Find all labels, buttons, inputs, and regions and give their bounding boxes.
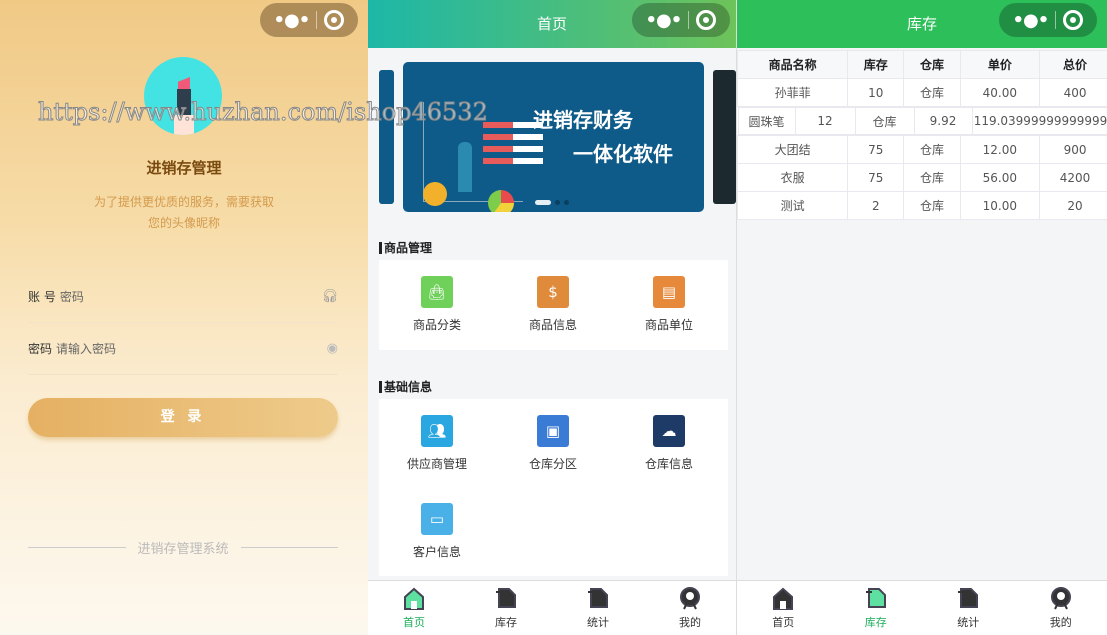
login-button[interactable]: 登 录	[28, 398, 338, 437]
column-header: 库存	[847, 50, 905, 79]
table-cell: 10.00	[959, 191, 1041, 220]
table-cell: 400	[1039, 78, 1107, 107]
avatar	[144, 57, 222, 135]
table-cell: 119.03999999999999	[973, 108, 1107, 134]
table-row[interactable]: 大团结 75 仓库 12.00 900	[737, 135, 1107, 164]
home-icon	[402, 587, 426, 611]
password-field[interactable]: 密码 请输入密码 ◉	[28, 323, 338, 375]
goods-menu-card: 👜︎ 商品分类 $ 商品信息 ▤ 商品单位	[379, 260, 728, 350]
table-cell: 56.00	[959, 163, 1041, 192]
table-cell: 9.92	[915, 108, 973, 134]
section-title-goods: 商品管理	[379, 242, 432, 254]
stock-screen: 库存 •●• 商品名称 库存 仓库 单价 总价 孙菲菲 10 仓库 40.00 400 圆珠笔 12 仓…	[736, 0, 1107, 635]
table-cell: 仓库	[856, 108, 915, 134]
profile-icon	[678, 586, 702, 611]
stock-icon	[864, 587, 888, 611]
table-cell: 圆珠笔	[739, 108, 796, 134]
basic-info-card: 👥︎ 供应商管理 ▣ 仓库分区 ☁ 仓库信息 ▭ 客户信息	[379, 399, 728, 576]
eye-icon[interactable]: ◉	[327, 341, 338, 356]
banner-next-slide[interactable]	[713, 70, 736, 204]
tab-stats[interactable]: 统计	[552, 581, 644, 635]
close-target-icon[interactable]	[324, 10, 345, 30]
account-field[interactable]: 账 号 密码 🎧︎	[28, 271, 338, 323]
tab-profile[interactable]: 我的	[644, 581, 736, 635]
app-title: 进销存管理	[146, 159, 222, 177]
stats-icon	[956, 587, 980, 611]
menu-item[interactable]: 👥︎ 供应商管理	[379, 399, 495, 487]
table-cell: 10	[847, 78, 905, 107]
close-target-icon[interactable]	[1063, 10, 1084, 30]
mini-program-capsule[interactable]: •●•	[999, 3, 1097, 37]
id-card-icon: ▭	[421, 503, 453, 535]
table-cell: 孙菲菲	[737, 78, 849, 107]
table-cell: 40.00	[959, 78, 1041, 107]
column-header: 总价	[1039, 50, 1107, 79]
menu-item[interactable]: 👜︎ 商品分类	[379, 260, 495, 348]
menu-item[interactable]: ▤ 商品单位	[611, 260, 727, 348]
table-row[interactable]: 孙菲菲 10 仓库 40.00 400	[737, 78, 1107, 107]
table-cell: 2	[847, 191, 905, 220]
table-cell: 衣服	[737, 163, 849, 192]
table-row[interactable]: 圆珠笔 12 仓库 9.92 119.03999999999999	[737, 107, 1107, 136]
stock-icon	[494, 587, 518, 611]
banner-carousel[interactable]: 进销存财务 一体化软件	[403, 62, 704, 212]
menu-item[interactable]: $ 商品信息	[495, 260, 611, 348]
stats-icon	[586, 587, 610, 611]
tab-profile[interactable]: 我的	[1015, 581, 1107, 635]
column-header: 单价	[959, 50, 1041, 79]
tab-home[interactable]: 首页	[737, 581, 830, 635]
banner-prev-slide[interactable]	[379, 70, 394, 204]
dollar-bag-icon: $	[537, 275, 569, 308]
table-cell: 大团结	[737, 135, 849, 164]
cloud-icon: ☁	[653, 414, 685, 447]
home-screen: 首页 •●• 进销存财务 一体化软件 商品管理 👜︎ 商品分类 $ 商品信息 ▤ 商品单位…	[368, 0, 736, 635]
table-cell: 75	[847, 163, 905, 192]
table-cell: 仓库	[903, 191, 961, 220]
footer: 进销存管理系统	[28, 538, 339, 557]
menu-item[interactable]: ☁ 仓库信息	[611, 399, 727, 487]
close-target-icon[interactable]	[696, 10, 717, 30]
table-header: 商品名称 库存 仓库 单价 总价	[737, 50, 1107, 79]
mini-program-capsule[interactable]: •●•	[632, 3, 730, 37]
table-cell: 12	[796, 108, 856, 134]
headset-icon[interactable]: 🎧︎	[321, 289, 338, 304]
tab-bar: 首页 库存 统计 我的	[737, 580, 1107, 635]
tab-bar: 首页 库存 统计 我的	[368, 580, 736, 635]
more-icon[interactable]: •●•	[274, 10, 311, 31]
tab-home[interactable]: 首页	[368, 581, 460, 635]
column-header: 商品名称	[737, 50, 849, 79]
table-row[interactable]: 衣服 75 仓库 56.00 4200	[737, 163, 1107, 192]
profile-icon	[1049, 586, 1073, 611]
table-cell: 仓库	[903, 78, 961, 107]
table-cell: 75	[847, 135, 905, 164]
menu-item[interactable]: ▭ 客户信息	[379, 488, 495, 576]
login-screen: •●• 进销存管理 为了提供更优质的服务，需要获取 您的头像昵称 账 号 密码 🎧…	[0, 0, 368, 635]
board-icon: ▣	[537, 414, 569, 447]
bag-icon: 👜︎	[421, 275, 453, 308]
table-cell: 仓库	[903, 163, 961, 192]
more-icon[interactable]: •●•	[1013, 10, 1050, 31]
home-icon	[771, 587, 795, 611]
tab-stock[interactable]: 库存	[460, 581, 552, 635]
column-header: 仓库	[903, 50, 961, 79]
table-cell: 4200	[1039, 163, 1107, 192]
tab-stats[interactable]: 统计	[922, 581, 1015, 635]
section-title-basic: 基础信息	[379, 381, 432, 393]
table-cell: 测试	[737, 191, 849, 220]
more-icon[interactable]: •●•	[646, 10, 683, 31]
mini-program-capsule[interactable]: •●•	[260, 3, 358, 37]
table-cell: 仓库	[903, 135, 961, 164]
users-icon: 👥︎	[421, 414, 453, 447]
table-cell: 20	[1039, 191, 1107, 220]
auth-description: 为了提供更优质的服务，需要获取 您的头像昵称	[93, 195, 274, 230]
document-icon: ▤	[653, 275, 685, 308]
table-row[interactable]: 测试 2 仓库 10.00 20	[737, 191, 1107, 220]
tab-stock[interactable]: 库存	[830, 581, 923, 635]
table-cell: 900	[1039, 135, 1107, 164]
menu-item[interactable]: ▣ 仓库分区	[495, 399, 611, 487]
carousel-indicator[interactable]	[535, 200, 569, 205]
table-cell: 12.00	[959, 135, 1041, 164]
stock-table: 商品名称 库存 仓库 单价 总价 孙菲菲 10 仓库 40.00 400 圆珠笔 12 仓库 9.92 11…	[737, 50, 1107, 220]
